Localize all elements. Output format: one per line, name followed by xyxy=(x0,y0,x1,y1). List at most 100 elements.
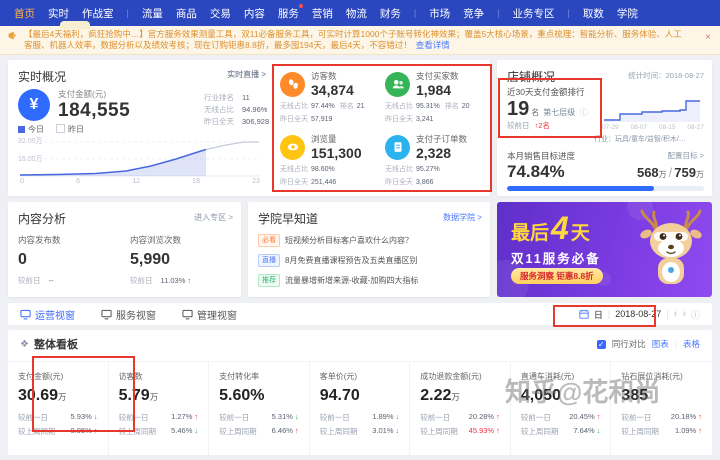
kpi-label: 访客数 xyxy=(311,71,337,81)
date-value[interactable]: 2018-08-27 xyxy=(615,309,661,319)
stat-value: 306,928 xyxy=(242,117,270,126)
content-analysis-card: 内容分析 进入专区 > 内容发布数 0 较前日 -- 内容浏览次数 5,990 较… xyxy=(8,202,241,297)
notification-dot xyxy=(298,3,303,8)
payment-amount-value: 184,555 xyxy=(58,100,131,121)
payment-amount-kpi: ¥ 支付金额(元) 184,555 xyxy=(18,88,130,122)
tab-management-view[interactable]: 管理视窗 xyxy=(182,307,237,322)
ranking-value-line: 19 名第七层级 ⓘ xyxy=(507,98,588,120)
stat-value: 94.96% xyxy=(242,105,268,114)
overall-board-card: ❖ 整体看板 ✓ 同行对比 图表 | 表格 支付金额(元) 30.69万 较前一… xyxy=(8,330,712,455)
academy-link[interactable]: 数据学院 > xyxy=(443,212,482,223)
ranking-compare: 较前日 ↑2名 xyxy=(507,121,550,130)
kpi-value: 2,328 xyxy=(416,145,452,161)
next-date-arrow[interactable]: › xyxy=(682,308,686,320)
tag-recommend: 推荐 xyxy=(258,274,280,287)
stat-time: 统计时间：2018-08-27 xyxy=(628,71,704,80)
realtime-kpi-grid: 访客数 34,874 无线占比 97.44% 排名 21 昨日全天 57,919 支付买… xyxy=(276,66,486,192)
config-target-link[interactable]: 配置目标 > xyxy=(668,150,704,161)
view-tab-bar: 运营视窗 服务视窗 管理视窗 日 | 2018-08-27 | ‹ › ⓘ xyxy=(8,303,712,325)
tag-live: 直播 xyxy=(258,254,280,267)
nav-item-goods[interactable]: 商品 xyxy=(176,6,197,21)
metric-avg-order-value: 客单价(元) 94.70 较前一日 1.89% ↓ 较上周同期 3.01% ↓ xyxy=(310,362,411,455)
payment-amount-label: 支付金额(元) xyxy=(58,89,107,99)
nav-item-traffic[interactable]: 流量 xyxy=(142,6,163,21)
nav-item-getdata[interactable]: 取数 xyxy=(583,6,604,21)
tab-operation-view[interactable]: 运营视窗 xyxy=(20,307,75,322)
nav-separator: | xyxy=(497,8,500,18)
nav-separator: | xyxy=(126,8,129,18)
kpi-label: 支付子订单数 xyxy=(416,134,468,144)
nav-item-trade[interactable]: 交易 xyxy=(210,6,231,21)
realtime-area-chart xyxy=(19,141,260,177)
calendar-icon[interactable] xyxy=(579,309,589,319)
nav-item-content[interactable]: 内容 xyxy=(244,6,265,21)
nav-item-warroom[interactable]: 作战室 xyxy=(82,6,114,21)
ranking-chart-xlabels: 07-29 08-07 08-15 08-27 xyxy=(602,124,704,131)
notice-bar: 【最后4天福利，疯狂抢购中…】官方服务效果测量工具，双11必备服务工具，可实时计… xyxy=(0,26,720,55)
up-arrow-icon: ↑ xyxy=(187,276,192,285)
metric-conversion-rate: 支付转化率 5.60% 较前一日 5.31% ↓ 较上周同期 6.46% ↑ xyxy=(209,362,310,455)
nav-item-bizzone[interactable]: 业务专区 xyxy=(513,6,555,21)
nav-item-finance[interactable]: 财务 xyxy=(380,6,401,21)
prev-date-arrow[interactable]: ‹ xyxy=(674,308,678,320)
view-table-toggle[interactable]: 表格 xyxy=(683,338,700,350)
megaphone-icon xyxy=(8,31,17,43)
active-tab-notch xyxy=(60,21,90,29)
realtime-live-link[interactable]: 实时直播 > xyxy=(227,69,266,80)
main-area: 实时概况 实时直播 > ¥ 支付金额(元) 184,555 行业排名 11 无线占… xyxy=(0,55,720,460)
ranking-step-chart xyxy=(604,100,700,122)
academy-item[interactable]: 直播 8月免费直播课程预告及五类直播区别 xyxy=(258,254,480,267)
eye-icon xyxy=(280,134,305,160)
view-chart-toggle[interactable]: 图表 xyxy=(652,338,669,350)
nav-item-realtime[interactable]: 实时 xyxy=(48,6,69,21)
date-granularity[interactable]: 日 xyxy=(594,308,603,321)
realtime-overview-card: 实时概况 实时直播 > ¥ 支付金额(元) 184,555 行业排名 11 无线占… xyxy=(8,60,490,196)
ranking-value: 19 xyxy=(507,98,530,120)
notice-detail-link[interactable]: 查看详情 xyxy=(416,40,450,50)
nav-item-marketing[interactable]: 营销 xyxy=(312,6,333,21)
board-icon: ❖ xyxy=(20,338,29,350)
metric-refund-amount: 成功退款金额(元) 2.22万 较前一日 20.28% ↑ 较上周同期 45.93% ↑ xyxy=(410,362,511,455)
board-title: 整体看板 xyxy=(33,339,78,351)
academy-item[interactable]: 推荐 流量暴增新增来源-收藏-加购四大指标 xyxy=(258,274,480,287)
tab-service-view[interactable]: 服务视窗 xyxy=(101,307,156,322)
nav-separator: | xyxy=(413,8,417,18)
sales-target-label: 本月销售目标进度 xyxy=(507,151,576,161)
target-numbers: 568万/759万 xyxy=(636,165,704,180)
board-metric-row: 支付金额(元) 30.69万 较前一日 5.93% ↓ 较上周同期 0.05% ↑ 访客… xyxy=(8,361,712,455)
dashboard-screen: 首页 实时 作战室 | 流量 商品 交易 内容 服务 营销 物流 财务 | 市场… xyxy=(0,0,720,455)
order-document-icon xyxy=(385,134,410,160)
kpi-sub-orders: 支付子订单数 2,328 无线占比 95.27% 昨日全天 3,866 xyxy=(385,134,468,186)
info-icon[interactable]: ⓘ xyxy=(580,108,588,117)
stat-label: 无线占比 xyxy=(204,105,234,114)
peer-compare-label: 同行对比 xyxy=(611,339,646,349)
academy-card: 学院早知道 数据学院 > 必看 短视频分析目标客户喜欢什么内容？ 直播 8月免费… xyxy=(248,202,490,297)
enter-zone-link[interactable]: 进入专区 > xyxy=(194,212,233,223)
kpi-pageviews: 浏览量 151,300 无线占比 98.60% 昨日全天 251,446 xyxy=(280,134,362,186)
promo-banner[interactable]: 最后4 天 双11服务必备 服务洞察 钜惠8.8折 xyxy=(497,202,712,297)
close-icon[interactable]: × xyxy=(705,32,711,43)
academy-item[interactable]: 必看 短视频分析目标客户喜欢什么内容？ xyxy=(258,234,480,247)
industry-label: 行业：玩具/童车/益智/积木/… xyxy=(594,136,686,143)
shop-level: 第七层级 xyxy=(543,108,576,117)
info-icon[interactable]: ⓘ xyxy=(691,308,700,321)
x-axis-labels: 0 6 12 18 23 xyxy=(20,178,260,185)
peer-compare-checkbox[interactable]: ✓ xyxy=(596,339,606,349)
nav-item-logistics[interactable]: 物流 xyxy=(346,6,367,21)
kpi-paying-buyers: 支付买家数 1,984 无线占比 95.31% 排名 20 昨日全天 3,241 xyxy=(385,71,470,123)
nav-item-academy[interactable]: 学院 xyxy=(617,6,638,21)
buyers-people-icon xyxy=(385,71,410,97)
kpi-value: 34,874 xyxy=(311,82,354,98)
kpi-value: 151,300 xyxy=(311,145,362,161)
nav-item-market[interactable]: 市场 xyxy=(429,6,450,21)
content-views-metric: 内容浏览次数 5,990 较前日 11.03% ↑ xyxy=(130,235,192,285)
kpi-value: 1,984 xyxy=(416,82,452,98)
nav-item-service[interactable]: 服务 xyxy=(278,3,303,21)
monitor-icon xyxy=(182,309,193,319)
nav-item-home[interactable]: 首页 xyxy=(14,6,35,21)
nav-separator: | xyxy=(567,8,570,18)
nav-item-competition[interactable]: 竞争 xyxy=(463,6,484,21)
metric-train-spend: 直通车消耗(元) 4,050 较前一日 20.45% ↑ 较上周同期 7.64% ↓ xyxy=(511,362,612,455)
metric-diamond-spend: 钻石展位消耗(元) 385 较前一日 20.18% ↑ 较上周同期 1.09% ↑ xyxy=(621,372,702,436)
monitor-icon xyxy=(101,309,112,319)
